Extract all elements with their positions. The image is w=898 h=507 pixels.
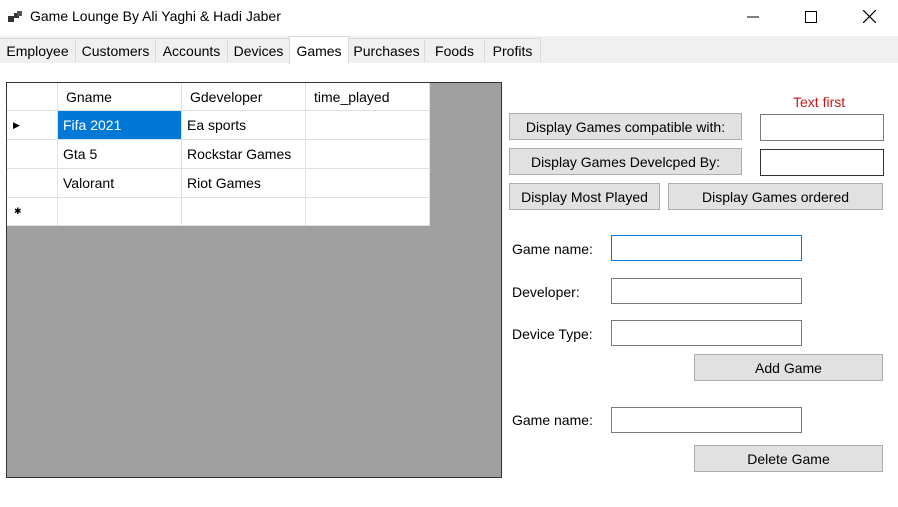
display-compatible-button[interactable]: Display Games compatible with: [509, 113, 742, 140]
delete-game-name-input[interactable] [611, 407, 802, 433]
new-row-cell[interactable] [182, 198, 306, 226]
column-header-gdeveloper[interactable]: Gdeveloper [182, 83, 306, 111]
table-cell-gdeveloper[interactable]: Rockstar Games [182, 140, 306, 169]
game-name-input[interactable] [611, 235, 802, 261]
compatible-input[interactable] [760, 114, 884, 141]
app-icon [8, 10, 22, 22]
device-type-label: Device Type: [512, 326, 593, 342]
minimize-button[interactable] [730, 0, 776, 33]
developer-search-input[interactable] [760, 149, 884, 176]
developer-label: Developer: [512, 284, 580, 300]
table-cell-gname[interactable]: Valorant [58, 169, 182, 198]
close-icon [862, 10, 876, 23]
new-row-icon: ✱ [14, 206, 22, 216]
tab-customers[interactable]: Customers [76, 38, 156, 62]
row-header[interactable]: ▶ [7, 111, 58, 140]
table-cell-time-played[interactable] [306, 169, 430, 198]
table-cell-gname[interactable]: Fifa 2021 [58, 111, 182, 140]
row-header[interactable] [7, 140, 58, 169]
row-header[interactable] [7, 169, 58, 198]
new-row-cell[interactable] [306, 198, 430, 226]
window-title: Game Lounge By Ali Yaghi & Hadi Jaber [30, 8, 281, 24]
tab-devices[interactable]: Devices [228, 38, 290, 62]
tab-employee[interactable]: Employee [0, 38, 76, 62]
tab-foods[interactable]: Foods [425, 38, 485, 62]
display-ordered-button[interactable]: Display Games ordered [668, 183, 883, 210]
tab-accounts[interactable]: Accounts [156, 38, 228, 62]
add-game-button[interactable]: Add Game [694, 354, 883, 381]
column-header-gname[interactable]: Gname [58, 83, 182, 111]
table-cell-time-played[interactable] [306, 140, 430, 169]
developer-input[interactable] [611, 278, 802, 304]
new-row-header[interactable]: ✱ [7, 198, 58, 226]
new-row-cell[interactable] [58, 198, 182, 226]
maximize-icon [805, 10, 817, 23]
title-bar: Game Lounge By Ali Yaghi & Hadi Jaber [0, 0, 898, 33]
column-header-time-played[interactable]: time_played [306, 83, 430, 111]
tab-profits[interactable]: Profits [485, 38, 541, 62]
tab-games[interactable]: Games [289, 36, 349, 64]
text-first-label: Text first [793, 94, 846, 110]
grid-corner-header[interactable] [7, 83, 58, 111]
minimize-icon [747, 16, 759, 17]
close-button[interactable] [846, 0, 892, 33]
current-row-icon: ▶ [13, 119, 20, 130]
display-developed-by-button[interactable]: Display Games Develcped By: [509, 148, 742, 175]
delete-game-button[interactable]: Delete Game [694, 445, 883, 472]
table-cell-gdeveloper[interactable]: Riot Games [182, 169, 306, 198]
display-most-played-button[interactable]: Display Most Played [509, 183, 660, 210]
games-data-grid[interactable]: Gname Gdeveloper time_played ▶ Fifa 2021… [6, 82, 502, 478]
game-name-label: Game name: [512, 241, 593, 257]
table-cell-time-played[interactable] [306, 111, 430, 140]
table-cell-gdeveloper[interactable]: Ea sports [182, 111, 306, 140]
table-cell-gname[interactable]: Gta 5 [58, 140, 182, 169]
delete-game-name-label: Game name: [512, 412, 593, 428]
maximize-button[interactable] [788, 0, 834, 33]
tab-purchases[interactable]: Purchases [349, 38, 425, 62]
device-type-input[interactable] [611, 320, 802, 346]
